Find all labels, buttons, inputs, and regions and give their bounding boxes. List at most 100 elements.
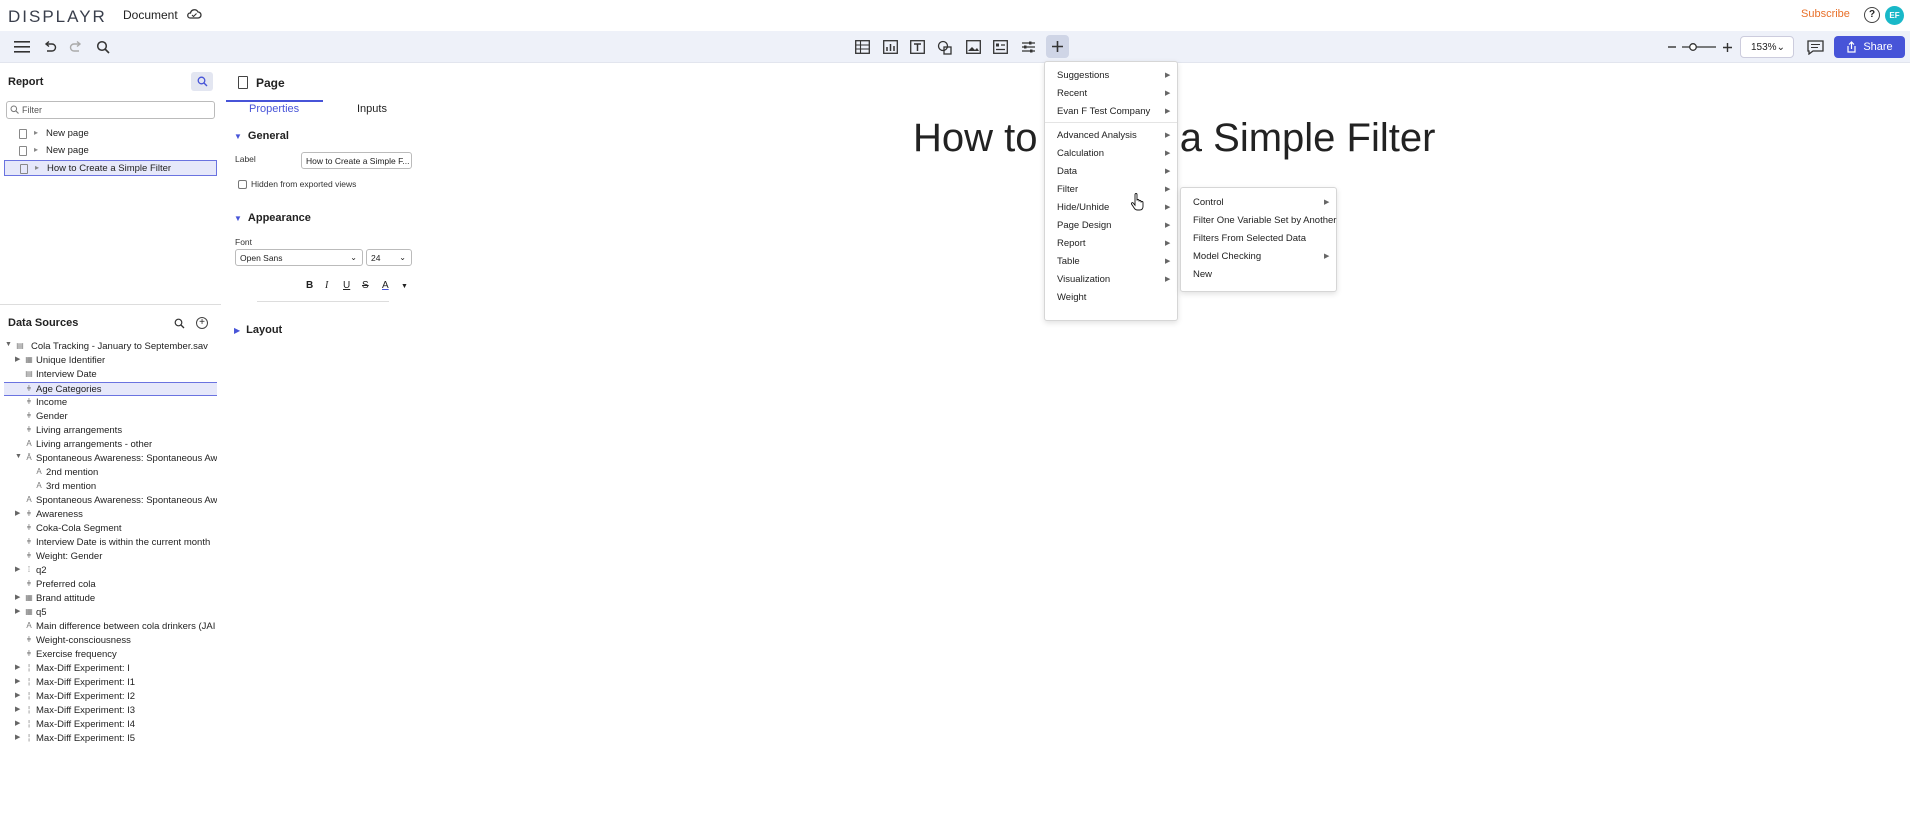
chevron-right-icon[interactable]: ▸ bbox=[34, 145, 38, 154]
variable-row[interactable]: A Spontaneous Awareness: Spontaneous Awa bbox=[4, 494, 217, 508]
menu-item[interactable]: Filter bbox=[1057, 184, 1078, 195]
expand-icon[interactable]: ▶ bbox=[15, 691, 20, 699]
variable-row[interactable]: ǂ Living arrangements bbox=[4, 424, 217, 438]
layout-section-header[interactable]: ▶ Layout bbox=[234, 324, 282, 336]
hidden-from-export-checkbox[interactable] bbox=[238, 180, 247, 189]
shapes-icon[interactable] bbox=[936, 38, 954, 56]
displayr-logo[interactable]: DISPLAYR bbox=[8, 7, 107, 27]
appearance-section-header[interactable]: ▼ Appearance bbox=[234, 212, 311, 224]
variable-row[interactable]: ▶ ǂ Awareness bbox=[4, 508, 217, 522]
report-filter-input[interactable]: Filter bbox=[6, 101, 215, 119]
data-file-row[interactable]: ▼ ▤ Cola Tracking - January to September… bbox=[4, 340, 217, 354]
report-page-row[interactable]: ▸ New page bbox=[4, 143, 217, 159]
menu-item[interactable]: Suggestions bbox=[1057, 70, 1109, 81]
panel-divider[interactable] bbox=[0, 304, 221, 305]
variable-row[interactable]: ǂ Exercise frequency bbox=[4, 648, 217, 662]
menu-item[interactable]: Data bbox=[1057, 166, 1077, 177]
submenu-item[interactable]: New bbox=[1193, 269, 1212, 280]
menu-item[interactable]: Recent bbox=[1057, 88, 1087, 99]
variable-row[interactable]: A Living arrangements - other bbox=[4, 438, 217, 452]
label-input[interactable]: How to Create a Simple F... bbox=[301, 152, 412, 169]
submenu-item[interactable]: Control bbox=[1193, 197, 1224, 208]
variable-row[interactable]: ▶ ¦ Max-Diff Experiment: I2 bbox=[4, 690, 217, 704]
variable-row[interactable]: ǂ Weight-consciousness bbox=[4, 634, 217, 648]
variable-row[interactable]: ǂ Age Categories bbox=[4, 382, 217, 396]
expand-icon[interactable]: ▶ bbox=[15, 705, 20, 713]
variable-row[interactable]: ǂ Income bbox=[4, 396, 217, 410]
document-title[interactable]: Document bbox=[123, 8, 178, 22]
variable-row[interactable]: ǂ Coka-Cola Segment bbox=[4, 522, 217, 536]
variable-row[interactable]: ▶ ¦ Max-Diff Experiment: I3 bbox=[4, 704, 217, 718]
report-page-row[interactable]: ▸ New page bbox=[4, 126, 217, 142]
expand-icon[interactable]: ▶ bbox=[15, 355, 20, 363]
variable-row[interactable]: A 3rd mention bbox=[4, 480, 217, 494]
submenu-item[interactable]: Model Checking bbox=[1193, 251, 1261, 262]
menu-item[interactable]: Table bbox=[1057, 256, 1080, 267]
variable-row[interactable]: ǂ Preferred cola bbox=[4, 578, 217, 592]
font-color-button[interactable]: A bbox=[382, 280, 389, 291]
variable-row[interactable]: ǂ Interview Date is within the current mo… bbox=[4, 536, 217, 550]
variable-row[interactable]: ▶ ¦ Max-Diff Experiment: I bbox=[4, 662, 217, 676]
expand-icon[interactable]: ▶ bbox=[15, 677, 20, 685]
chart-icon[interactable] bbox=[881, 38, 899, 56]
expand-icon[interactable]: ▶ bbox=[15, 663, 20, 671]
table-icon[interactable] bbox=[853, 38, 871, 56]
italic-button[interactable]: I bbox=[325, 280, 328, 291]
variable-row[interactable]: A Main difference between cola drinkers (… bbox=[4, 620, 217, 634]
variable-row[interactable]: A 2nd mention bbox=[4, 466, 217, 480]
subscribe-link[interactable]: Subscribe bbox=[1801, 8, 1850, 20]
settings-sliders-icon[interactable] bbox=[1019, 38, 1037, 56]
user-avatar[interactable]: EF bbox=[1885, 6, 1904, 25]
variable-row[interactable]: ▶ ▦ Unique Identifier bbox=[4, 354, 217, 368]
expand-icon[interactable]: ▶ bbox=[15, 565, 20, 573]
bold-button[interactable]: B bbox=[306, 280, 313, 291]
variable-row[interactable]: ▶ ¦ Max-Diff Experiment: I5 bbox=[4, 732, 217, 746]
zoom-out-icon[interactable] bbox=[1663, 38, 1681, 56]
variable-row[interactable]: ǂ Weight: Gender bbox=[4, 550, 217, 564]
help-icon[interactable]: ? bbox=[1864, 7, 1880, 23]
font-color-dropdown-icon[interactable]: ▼ bbox=[401, 283, 408, 290]
variable-row[interactable]: ▤ Interview Date bbox=[4, 368, 217, 382]
collapse-icon[interactable]: ▼ bbox=[15, 453, 22, 460]
expand-icon[interactable]: ▶ bbox=[15, 593, 20, 601]
chevron-right-icon[interactable]: ▸ bbox=[35, 163, 39, 172]
variable-row[interactable]: ▶ ▦ Brand attitude bbox=[4, 592, 217, 606]
text-box-icon[interactable] bbox=[908, 38, 926, 56]
variable-row[interactable]: ▶ ¦ Max-Diff Experiment: I4 bbox=[4, 718, 217, 732]
image-icon[interactable] bbox=[964, 38, 982, 56]
search-icon[interactable] bbox=[94, 38, 112, 56]
font-family-select[interactable]: Open Sans ⌄ bbox=[235, 249, 363, 266]
hamburger-menu-icon[interactable] bbox=[13, 38, 31, 56]
underline-button[interactable]: U bbox=[343, 280, 350, 291]
zoom-slider[interactable] bbox=[1681, 38, 1717, 56]
expand-icon[interactable]: ▶ bbox=[15, 733, 20, 741]
collapse-icon[interactable]: ▼ bbox=[5, 341, 12, 348]
cloud-sync-icon[interactable] bbox=[186, 7, 202, 21]
undo-icon[interactable] bbox=[41, 38, 59, 56]
control-icon[interactable] bbox=[991, 38, 1009, 56]
tab-inputs[interactable]: Inputs bbox=[357, 103, 387, 115]
variable-row[interactable]: ▼ Ā Spontaneous Awareness: Spontaneous Awa bbox=[4, 452, 217, 466]
submenu-item[interactable]: Filters From Selected Data bbox=[1193, 233, 1306, 244]
report-page-row[interactable]: ▸ How to Create a Simple Filter bbox=[4, 160, 217, 176]
add-data-source-icon[interactable]: + bbox=[196, 317, 208, 329]
tab-properties[interactable]: Properties bbox=[249, 103, 299, 115]
expand-icon[interactable]: ▶ bbox=[15, 719, 20, 727]
menu-item[interactable]: Weight bbox=[1057, 292, 1086, 303]
variable-row[interactable]: ▶ ⁞ q2 bbox=[4, 564, 217, 578]
strikethrough-button[interactable]: S bbox=[362, 280, 369, 291]
menu-item[interactable]: Calculation bbox=[1057, 148, 1104, 159]
variable-row[interactable]: ▶ ▦ q5 bbox=[4, 606, 217, 620]
menu-item[interactable]: Advanced Analysis bbox=[1057, 130, 1137, 141]
submenu-item[interactable]: Filter One Variable Set by Another bbox=[1193, 215, 1336, 226]
menu-item[interactable]: Report bbox=[1057, 238, 1086, 249]
menu-item[interactable]: Page Design bbox=[1057, 220, 1111, 231]
add-object-button[interactable] bbox=[1046, 35, 1069, 58]
variable-row[interactable]: ǂ Gender bbox=[4, 410, 217, 424]
general-section-header[interactable]: ▼ General bbox=[234, 130, 289, 142]
expand-icon[interactable]: ▶ bbox=[15, 607, 20, 615]
menu-item[interactable]: Evan F Test Company bbox=[1057, 106, 1150, 117]
zoom-in-icon[interactable] bbox=[1718, 38, 1736, 56]
chevron-right-icon[interactable]: ▸ bbox=[34, 128, 38, 137]
data-sources-search-icon[interactable] bbox=[174, 318, 185, 332]
